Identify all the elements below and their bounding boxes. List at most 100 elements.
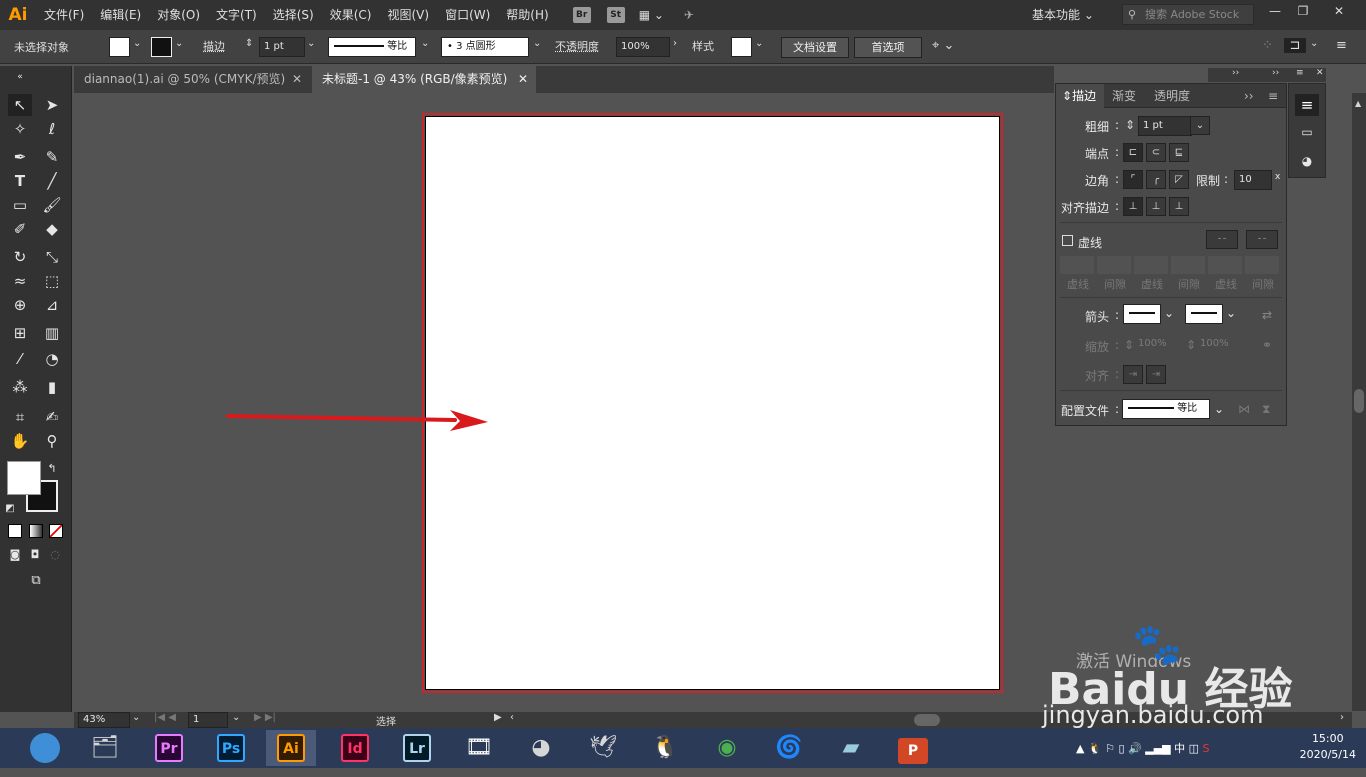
variable-width-profile[interactable]: 等比 (328, 37, 416, 57)
profile-dropdown[interactable]: 等比 (1122, 399, 1210, 419)
brush-definition[interactable]: • 3 点圆形 (441, 37, 529, 57)
stroke-label[interactable]: 描边 (203, 38, 225, 54)
arrow-tip-extend-icon[interactable]: ⇥ (1123, 365, 1143, 384)
chevron-down-icon[interactable]: ⌄ (307, 38, 315, 49)
type-tool-icon[interactable]: T (8, 170, 32, 192)
dash-field-2[interactable]: 虚线 (1134, 256, 1170, 291)
dash-preserve-icon[interactable]: ⁃⁃ (1206, 230, 1238, 249)
stepper-icon[interactable]: ⇕ (1125, 118, 1135, 132)
chevron-down-icon[interactable]: ⌄ (232, 712, 240, 723)
gradient-tool-icon[interactable]: ▥ (40, 322, 64, 344)
menu-edit[interactable]: 编辑(E) (92, 0, 149, 30)
align-inside-icon[interactable]: ⊥ (1146, 197, 1166, 216)
gap-field-1[interactable]: 间隙 (1097, 256, 1133, 291)
menu-select[interactable]: 选择(S) (265, 0, 322, 30)
opacity-field[interactable]: 100% (616, 37, 670, 57)
dash-field-3[interactable]: 虚线 (1208, 256, 1244, 291)
magic-wand-tool-icon[interactable]: ✧ (8, 118, 32, 140)
hamburger-icon[interactable]: ≡ (1268, 84, 1278, 108)
powerpoint-icon[interactable]: P (888, 730, 938, 766)
scroll-left-icon[interactable]: ‹ (510, 712, 514, 723)
scroll-thumb[interactable] (1354, 389, 1364, 413)
chevron-double-right-icon[interactable]: ›› (1244, 84, 1254, 108)
shaper-tool-icon[interactable]: ✐ (8, 218, 32, 240)
vertical-scrollbar[interactable]: ▲ (1352, 93, 1366, 711)
fill-swatch[interactable] (109, 37, 130, 57)
gap-field-3[interactable]: 间隙 (1245, 256, 1281, 291)
hand-tool-icon[interactable]: ✋ (8, 430, 32, 452)
browser-icon[interactable]: 🌀 (764, 730, 814, 766)
round-cap-icon[interactable]: ⊂ (1146, 143, 1166, 162)
taskbar-indesign[interactable]: Id (330, 730, 380, 766)
tab-transparency[interactable]: 透明度 (1154, 84, 1190, 108)
stroke-panel-icon[interactable]: ≡ (1295, 94, 1319, 116)
flip-across-icon[interactable]: ⧗ (1262, 402, 1270, 417)
chevron-down-icon[interactable]: ⌄ (1214, 402, 1224, 416)
menu-view[interactable]: 视图(V) (379, 0, 437, 30)
horizontal-scroll-thumb[interactable] (914, 714, 940, 726)
panel-menu-icon[interactable]: ⊐ (1284, 38, 1306, 53)
align-outside-icon[interactable]: ⊥ (1169, 197, 1189, 216)
direct-selection-tool-icon[interactable]: ➤ (40, 94, 64, 116)
gradient-mode-icon[interactable] (29, 524, 43, 538)
chevron-down-icon[interactable]: ⌄ (1190, 116, 1210, 135)
next-artboard-icon[interactable]: ▶ ▶| (254, 712, 276, 723)
symbol-sprayer-tool-icon[interactable]: ⁂ (8, 376, 32, 398)
slice-tool-icon[interactable]: ✍ (40, 406, 64, 428)
chevron-down-icon[interactable]: ⌄ (133, 38, 141, 49)
round-join-icon[interactable]: ╭ (1146, 170, 1166, 189)
gradient-panel-icon[interactable]: ▭ (1295, 121, 1319, 143)
clock[interactable]: 15:00 2020/5/14 (1300, 731, 1356, 763)
selection-tool-icon[interactable]: ↖ (8, 94, 32, 116)
taskbar-photoshop[interactable]: Ps (206, 730, 256, 766)
draw-behind-icon[interactable]: ◘ (26, 544, 44, 566)
column-graph-tool-icon[interactable]: ▮ (40, 376, 64, 398)
chevron-down-icon[interactable]: ⌄ (1164, 306, 1174, 320)
scale-tool-icon[interactable]: ⤡ (40, 246, 64, 268)
align-icon[interactable]: ⁘ (1262, 38, 1273, 53)
chevron-down-icon[interactable]: ⌄ (533, 38, 541, 49)
notes-app-icon[interactable]: ▰ (826, 730, 876, 766)
close-icon[interactable]: ✕ (518, 66, 528, 93)
tab-diannao[interactable]: diannao(1).ai @ 50% (CMYK/预览) ✕ (74, 66, 310, 93)
bird-app-icon[interactable]: 🕊 (578, 730, 628, 766)
artboard-tool-icon[interactable]: ⌗ (8, 406, 32, 428)
arrange-documents-icon[interactable]: ▦ ⌄ (639, 8, 664, 22)
scroll-right-icon[interactable]: › (1340, 712, 1344, 723)
bridge-button[interactable]: Br (572, 7, 591, 23)
scroll-up-icon[interactable]: ▲ (1355, 99, 1361, 108)
butt-cap-icon[interactable]: ⊏ (1123, 143, 1143, 162)
mesh-tool-icon[interactable]: ⊞ (8, 322, 32, 344)
lasso-tool-icon[interactable]: ℓ (40, 118, 64, 140)
video-app-icon[interactable]: 🎞 (454, 730, 504, 766)
opacity-label[interactable]: 不透明度 (555, 38, 599, 54)
stroke-swatch[interactable] (151, 37, 172, 57)
limit-field[interactable]: 10 (1234, 170, 1272, 190)
chevron-right-icon[interactable]: › (673, 38, 677, 49)
stock-search-input[interactable]: ⚲ 搜索 Adobe Stock (1122, 4, 1254, 25)
blend-tool-icon[interactable]: ◔ (40, 348, 64, 370)
stroke-weight-field[interactable]: 1 pt (259, 37, 305, 57)
arrow-tip-place-icon[interactable]: ⇥ (1146, 365, 1166, 384)
taskbar-lightroom[interactable]: Lr (392, 730, 442, 766)
flip-along-icon[interactable]: ⋈ (1238, 402, 1250, 416)
eraser-tool-icon[interactable]: ◆ (40, 218, 64, 240)
draw-normal-icon[interactable]: ◙ (6, 544, 24, 566)
width-tool-icon[interactable]: ≈ (8, 270, 32, 292)
menu-type[interactable]: 文字(T) (208, 0, 265, 30)
zoom-tool-icon[interactable]: ⚲ (40, 430, 64, 452)
menu-object[interactable]: 对象(O) (149, 0, 208, 30)
dash-align-icon[interactable]: ⁃⁃ (1246, 230, 1278, 249)
tab-stroke[interactable]: ⇕描边 (1056, 84, 1104, 108)
none-mode-icon[interactable] (49, 524, 63, 538)
start-button[interactable] (20, 730, 70, 766)
hamburger-icon[interactable]: ≡ (1336, 38, 1347, 53)
restore-button[interactable]: ❐ (1290, 4, 1316, 22)
chevron-down-icon[interactable]: ⌄ (421, 38, 429, 49)
artboard[interactable] (422, 113, 1003, 693)
stock-button[interactable]: St (606, 7, 625, 23)
artboard-number-field[interactable]: 1 (188, 712, 228, 728)
line-tool-icon[interactable]: ╱ (40, 170, 64, 192)
collapse-toolbar-icon[interactable]: « (8, 66, 32, 88)
chevron-down-icon[interactable]: ⌄ (175, 38, 183, 49)
